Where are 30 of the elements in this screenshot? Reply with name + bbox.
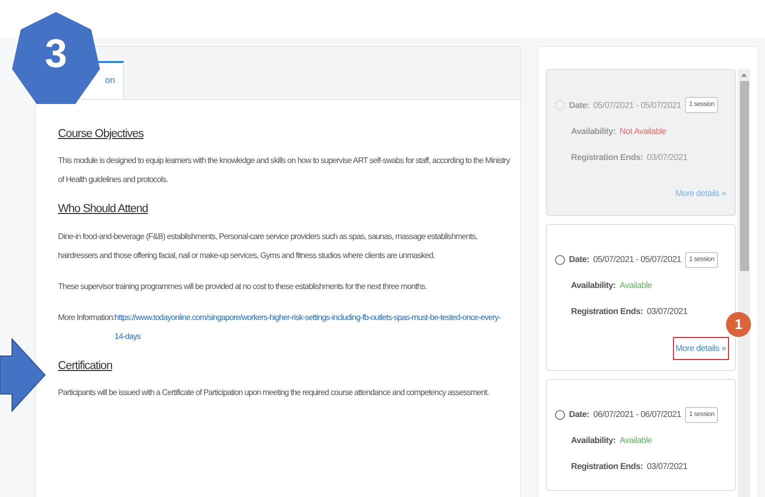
section-heading: Who Should Attend	[58, 202, 149, 218]
section-heading: Course Objectives	[58, 127, 144, 142]
registration-label: Registration Ends:	[571, 460, 643, 474]
paragraph: Dine-in food-and-beverage (F&B) establishments, Personal-care service providers such as spas, saunas, massage establishments, hairdressers and those offering facial, nail or make-up services, Gyms and fitness studios where clients are unmasked.	[58, 230, 478, 262]
availability-value: Available	[620, 279, 652, 292]
availability-label: Availability:	[571, 434, 616, 448]
date-value: 06/07/2021 - 06/07/2021	[593, 408, 682, 422]
availability-label: Availability:	[571, 124, 616, 138]
radio-button[interactable]	[555, 254, 565, 265]
date-label: Date:	[569, 253, 590, 266]
registration-date: 03/07/2021	[646, 460, 688, 474]
info-label: More Information:	[58, 312, 115, 324]
registration-date: 03/07/2021	[646, 150, 688, 164]
registration-label: Registration Ends:	[571, 150, 643, 164]
paragraph: These supervisor training programmes will be provided at no cost to these establishments for the next three months.	[58, 280, 428, 293]
link[interactable]: https://www.todayonline.com/singapore/workers-higher-risk-settings-including-fb-outlets-spas-must-be-tested-once-every-14-days	[114, 308, 510, 346]
section-heading: Certification	[58, 358, 114, 374]
availability-label: Availability:	[571, 279, 616, 292]
date-value: 05/07/2021 - 05/07/2021	[593, 253, 682, 266]
date-value: 05/07/2021 - 05/07/2021	[593, 98, 682, 112]
availability-value: Not Available	[620, 124, 666, 138]
more-details-link[interactable]: More details »	[672, 336, 729, 360]
registration-label: Registration Ends:	[571, 305, 643, 318]
date-label: Date:	[569, 98, 590, 112]
paragraph: This module is designed to equip learners with the knowledge and skills on how to supervise ART self-swabs for staff, according to the Ministry of Health guidelines and protocols.	[58, 155, 510, 186]
radio-button[interactable]	[555, 410, 565, 420]
paragraph: Participants will be issued with a Certificate of Participation upon meeting the required course attendance and competency assessment.	[58, 386, 490, 399]
date-label: Date:	[569, 408, 590, 422]
availability-value: Available	[620, 434, 652, 448]
registration-date: 03/07/2021	[646, 305, 688, 318]
